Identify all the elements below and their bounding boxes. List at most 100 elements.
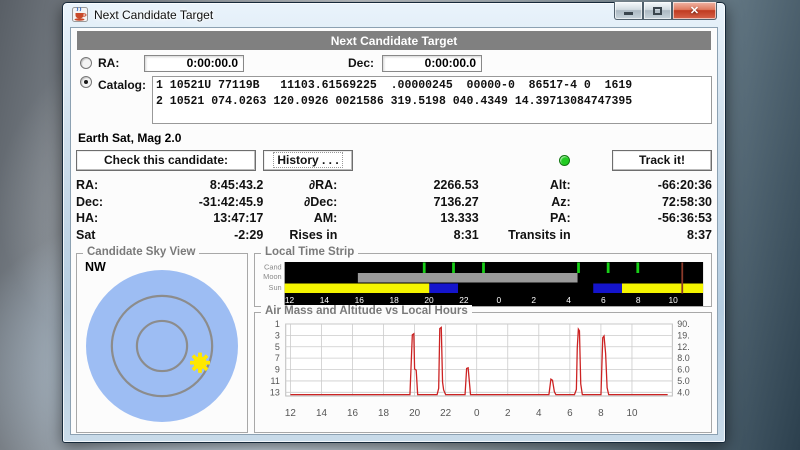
svg-text:12: 12: [285, 408, 296, 419]
svg-text:8: 8: [598, 408, 604, 419]
svg-text:7: 7: [275, 353, 280, 363]
sun-icon: [190, 353, 210, 373]
tle-textarea[interactable]: 1 10521U 77119B 11103.61569225 .00000245…: [152, 76, 712, 124]
stat-value: 8:45:43.2: [122, 178, 263, 195]
svg-text:11: 11: [271, 376, 280, 386]
catalog-radio[interactable]: [80, 76, 92, 88]
dialog-header-title: Next Candidate Target: [331, 34, 457, 48]
svg-text:22: 22: [440, 408, 451, 419]
tle-line-2: 2 10521 074.0263 120.0926 0021586 319.51…: [156, 94, 708, 110]
svg-text:6.0: 6.0: [677, 364, 689, 374]
maximize-button[interactable]: [643, 2, 672, 20]
stat-value: 7136.27: [337, 195, 478, 212]
dialog-content: Next Candidate Target RA: 0:00:00.0 Dec:…: [70, 27, 718, 435]
stat-value: 13.333: [337, 211, 478, 228]
stat-label: PA:: [479, 211, 571, 228]
app-window: Next Candidate Target ✕ Next Candidate T…: [62, 2, 726, 443]
svg-text:2: 2: [531, 295, 536, 305]
stat-value: 2266.53: [337, 178, 478, 195]
java-app-icon: [72, 7, 88, 22]
airmass-chart-title: Air Mass and Altitude vs Local Hours: [261, 305, 472, 317]
ra-input[interactable]: 0:00:00.0: [144, 55, 244, 72]
candidate-summary: Earth Sat, Mag 2.0: [78, 131, 712, 145]
svg-text:14: 14: [316, 408, 327, 419]
svg-text:Cand: Cand: [264, 262, 282, 271]
svg-text:Sun: Sun: [269, 283, 282, 292]
svg-text:18: 18: [390, 295, 400, 305]
dec-label: Dec:: [348, 56, 374, 70]
svg-text:16: 16: [355, 295, 365, 305]
svg-text:20: 20: [424, 295, 434, 305]
stat-value: 8:37: [571, 228, 712, 245]
local-time-strip-panel: Local Time Strip CandMoonSun121416182022…: [254, 253, 712, 307]
stat-label: Alt:: [479, 178, 571, 195]
track-it-button[interactable]: Track it!: [612, 150, 712, 171]
svg-text:18: 18: [378, 408, 389, 419]
catalog-row: Catalog: 1 10521U 77119B 11103.61569225 …: [76, 76, 712, 124]
stat-label: Sat: [76, 228, 122, 245]
desktop-background: Next Candidate Target ✕ Next Candidate T…: [0, 0, 800, 450]
svg-text:5: 5: [275, 342, 280, 352]
svg-text:19.: 19.: [677, 330, 689, 340]
dec-input[interactable]: 0:00:00.0: [382, 55, 482, 72]
ra-label: RA:: [98, 56, 144, 70]
stat-value: -56:36:53: [571, 211, 712, 228]
history-button-label: History . . .: [273, 152, 342, 168]
stat-label: Transits in: [479, 228, 571, 245]
time-strip-title: Local Time Strip: [261, 246, 358, 258]
stat-value: 72:58:30: [571, 195, 712, 212]
candidate-sky-view-panel: Candidate Sky View NW: [76, 253, 248, 433]
check-candidate-button[interactable]: Check this candidate:: [76, 150, 256, 171]
svg-text:4.0: 4.0: [677, 387, 689, 397]
window-title: Next Candidate Target: [94, 8, 213, 22]
time-strip-plot: CandMoonSun1214161820220246810: [257, 262, 709, 306]
svg-text:10: 10: [668, 295, 678, 305]
stat-label: Rises in: [263, 228, 337, 245]
ra-dec-radio[interactable]: [80, 57, 92, 69]
svg-text:90.: 90.: [677, 320, 689, 329]
tle-line-1: 1 10521U 77119B 11103.61569225 .00000245…: [156, 78, 708, 94]
svg-text:5.0: 5.0: [677, 376, 689, 386]
sky-view-corner-label: NW: [85, 260, 106, 274]
svg-text:20: 20: [409, 408, 420, 419]
close-window-button[interactable]: ✕: [672, 2, 717, 20]
svg-text:0: 0: [496, 295, 501, 305]
status-indicator: [559, 155, 570, 166]
svg-text:6: 6: [567, 408, 573, 419]
svg-text:Moon: Moon: [263, 272, 281, 281]
stat-value: 13:47:17: [122, 211, 263, 228]
stat-label: Dec:: [76, 195, 122, 212]
svg-text:10: 10: [626, 408, 637, 419]
action-button-row: Check this candidate: History . . . Trac…: [76, 149, 712, 171]
svg-text:6: 6: [601, 295, 606, 305]
stat-value: 8:31: [337, 228, 478, 245]
stat-value: -2:29: [122, 228, 263, 245]
svg-text:12.: 12.: [677, 342, 689, 352]
maximize-icon: [653, 7, 662, 15]
close-icon: ✕: [690, 4, 699, 17]
window-titlebar[interactable]: Next Candidate Target ✕: [63, 3, 725, 26]
history-button[interactable]: History . . .: [263, 150, 353, 171]
svg-text:12: 12: [285, 295, 295, 305]
sky-view-title: Candidate Sky View: [83, 246, 199, 258]
svg-text:1: 1: [275, 320, 280, 329]
bottom-panels: Candidate Sky View NW Local Time Strip C…: [76, 253, 712, 433]
stat-label: ∂RA:: [263, 178, 337, 195]
stat-label: ∂Dec:: [263, 195, 337, 212]
svg-text:13: 13: [270, 387, 280, 397]
catalog-label: Catalog:: [98, 76, 152, 92]
window-controls: ✕: [614, 2, 717, 20]
minimize-icon: [624, 12, 633, 15]
right-column: Local Time Strip CandMoonSun121416182022…: [254, 253, 712, 433]
svg-text:9: 9: [275, 364, 280, 374]
minimize-button[interactable]: [614, 2, 643, 20]
stat-label: RA:: [76, 178, 122, 195]
svg-text:0: 0: [474, 408, 480, 419]
stat-label: AM:: [263, 211, 337, 228]
radec-row: RA: 0:00:00.0 Dec: 0:00:00.0: [76, 51, 712, 75]
svg-text:3: 3: [275, 330, 280, 340]
airmass-chart-panel: Air Mass and Altitude vs Local Hours 190…: [254, 312, 712, 433]
svg-text:8.0: 8.0: [677, 353, 689, 363]
stat-label: HA:: [76, 211, 122, 228]
svg-text:8: 8: [636, 295, 641, 305]
